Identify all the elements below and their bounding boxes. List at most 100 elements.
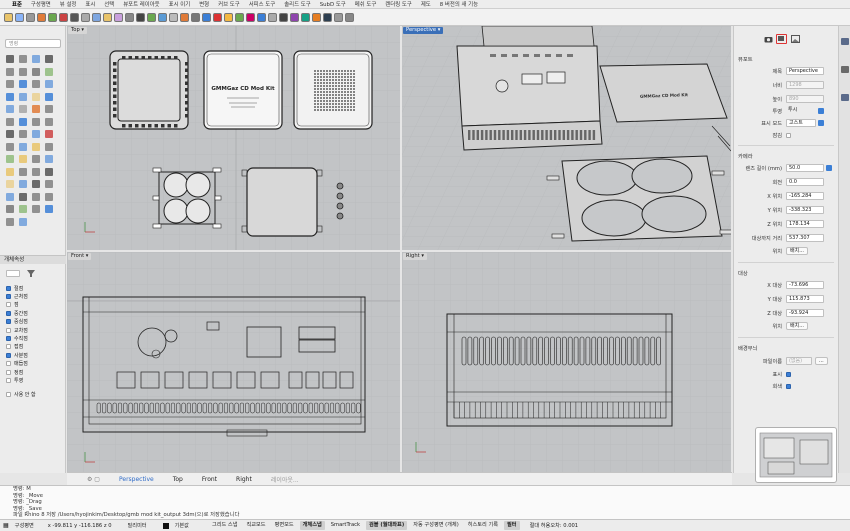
x-position-field[interactable]: -165.284 [786, 192, 824, 200]
tool-icon[interactable] [45, 167, 53, 176]
lens-field[interactable]: 50.0 [786, 164, 824, 172]
toolbar-tool-icon[interactable] [279, 12, 288, 22]
filename-field[interactable]: (없음) [786, 357, 812, 365]
menu-tab[interactable]: 서피스 도구 [249, 0, 276, 8]
menu-tab[interactable]: SubD 도구 [320, 0, 346, 8]
tool-icon[interactable] [19, 130, 27, 138]
tool-icon[interactable] [6, 92, 14, 101]
viewport-perspective[interactable]: GMMGaz CD Mod Kit Perspective ▾ [402, 26, 731, 250]
chevron-down-icon[interactable] [818, 120, 824, 126]
tool-icon[interactable] [32, 142, 40, 151]
toolbar-tool-icon[interactable] [246, 12, 255, 22]
browse-button[interactable]: ... [815, 357, 828, 365]
toolbar-tool-icon[interactable] [235, 12, 244, 22]
viewport-top[interactable]: GMMGaz CD Mod Kit Top ▾ [67, 26, 400, 250]
toolbar-tool-icon[interactable] [26, 12, 35, 22]
tool-icon[interactable] [32, 55, 40, 63]
units-label[interactable]: 밀리미터 [128, 522, 147, 529]
toolbar-tool-icon[interactable] [268, 12, 277, 22]
tool-icon[interactable] [6, 117, 14, 126]
tool-icon[interactable] [6, 180, 14, 188]
menu-tab[interactable]: 뷰 설정 [60, 0, 77, 8]
menu-tab[interactable]: 선택 [104, 0, 114, 8]
osnap-checkbox[interactable] [6, 392, 11, 398]
status-toggle[interactable]: SmartTrack [328, 521, 363, 530]
z-target-field[interactable]: -93.924 [786, 309, 824, 317]
tool-icon[interactable] [45, 130, 53, 138]
osnap-checkbox[interactable] [6, 361, 11, 367]
menu-tab[interactable]: 메쉬 도구 [355, 0, 377, 8]
layer-filter-input[interactable] [6, 270, 20, 277]
properties-tab-icon[interactable] [841, 38, 849, 45]
toolbar-tool-icon[interactable] [202, 12, 211, 22]
tool-icon[interactable] [6, 217, 14, 226]
status-toggle[interactable]: 직교모드 [243, 521, 268, 530]
camera-icon[interactable] [764, 35, 773, 43]
toolbar-tool-icon[interactable] [169, 12, 178, 22]
x-target-field[interactable]: -73.696 [786, 281, 824, 289]
osnap-checkbox[interactable] [6, 327, 11, 333]
osnap-item[interactable]: 수직점 [6, 334, 64, 342]
viewport-tab[interactable]: Front [202, 476, 217, 483]
osnap-checkbox[interactable] [6, 285, 11, 291]
osnap-checkbox[interactable] [6, 302, 11, 308]
toolbar-tool-icon[interactable] [4, 12, 13, 22]
display-tab-icon[interactable] [841, 94, 849, 101]
layout-options-icon[interactable]: ⚙ ▢ [87, 476, 100, 483]
tool-icon[interactable] [19, 192, 27, 201]
tool-icon[interactable] [32, 117, 40, 126]
status-toggle[interactable]: 히스토리 기록 [465, 521, 501, 530]
toolbar-tool-icon[interactable] [37, 12, 46, 22]
chevron-down-icon[interactable] [818, 108, 824, 114]
menu-tab[interactable]: 8 버전의 새 기능 [440, 0, 478, 8]
tool-icon[interactable] [6, 80, 14, 88]
tool-icon[interactable] [19, 180, 27, 188]
osnap-item[interactable]: 접점 [6, 343, 64, 351]
toolbar-tool-icon[interactable] [147, 12, 156, 22]
menu-tab[interactable]: 표시 이기 [169, 0, 191, 8]
toolbar-tool-icon[interactable] [81, 12, 90, 22]
tool-icon[interactable] [45, 67, 53, 76]
projection-select[interactable]: 투시 [786, 107, 816, 115]
height-field[interactable]: 890 [786, 95, 824, 103]
toolbar-tool-icon[interactable] [290, 12, 299, 22]
tool-icon[interactable] [45, 192, 53, 201]
toolbar-tool-icon[interactable] [92, 12, 101, 22]
y-position-field[interactable]: -338.323 [786, 206, 824, 214]
viewport-label-top[interactable]: Top ▾ [68, 27, 88, 34]
width-field[interactable]: 1298 [786, 81, 824, 89]
tool-icon[interactable] [45, 117, 53, 126]
status-toggle[interactable]: 자동 구성평면 (개체) [410, 521, 462, 530]
command-input[interactable]: 명령 [5, 39, 61, 48]
osnap-item[interactable]: 매듭점 [6, 360, 64, 368]
show-checkbox[interactable] [786, 371, 791, 377]
menu-tab[interactable]: 표준 [12, 0, 22, 8]
osnap-checkbox[interactable] [6, 294, 11, 300]
tool-icon[interactable] [45, 155, 53, 163]
osnap-checkbox[interactable] [6, 369, 11, 375]
toolbar-tool-icon[interactable] [136, 12, 145, 22]
toolbar-tool-icon[interactable] [191, 12, 200, 22]
osnap-item[interactable]: 절점 [6, 284, 64, 292]
osnap-checkbox[interactable] [6, 336, 11, 342]
title-field[interactable]: Perspective [786, 67, 824, 75]
status-toggle[interactable]: 개체스냅 [299, 521, 325, 530]
osnap-checkbox[interactable] [6, 352, 11, 358]
current-layer-label[interactable]: 기본값 [175, 522, 189, 529]
menu-tab[interactable]: 렌더링 도구 [385, 0, 412, 8]
tool-icon[interactable] [32, 192, 40, 201]
tool-icon[interactable] [45, 92, 53, 101]
viewport-tab[interactable]: 레이아웃... [271, 475, 299, 484]
viewport-label-front[interactable]: Front ▾ [68, 253, 92, 260]
lock-checkbox[interactable] [786, 132, 791, 138]
tool-icon[interactable] [32, 205, 40, 213]
tool-icon[interactable] [6, 167, 14, 176]
toolbar-tool-icon[interactable] [114, 12, 123, 22]
filter-icon[interactable] [26, 269, 36, 278]
tool-icon[interactable] [19, 117, 27, 126]
toolbar-tool-icon[interactable] [213, 12, 222, 22]
tool-icon[interactable] [19, 55, 27, 63]
tool-icon[interactable] [32, 130, 40, 138]
tool-icon[interactable] [45, 80, 53, 88]
place-target-button[interactable]: 배치... [786, 322, 808, 330]
